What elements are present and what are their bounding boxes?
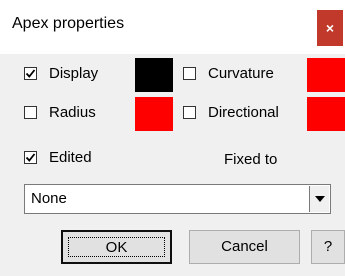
cancel-button-label: Cancel bbox=[221, 238, 268, 255]
curvature-color-swatch[interactable] bbox=[307, 58, 345, 92]
radius-checkbox[interactable] bbox=[24, 106, 37, 119]
radius-label: Radius bbox=[49, 104, 96, 121]
checkmark-icon bbox=[25, 69, 36, 78]
display-checkbox[interactable] bbox=[24, 67, 37, 80]
ok-button[interactable]: OK bbox=[61, 230, 172, 264]
cancel-button[interactable]: Cancel bbox=[189, 230, 300, 264]
close-icon: × bbox=[325, 20, 335, 36]
ok-button-label: OK bbox=[105, 239, 128, 256]
help-button[interactable]: ? bbox=[311, 230, 345, 264]
directional-checkbox[interactable] bbox=[183, 106, 196, 119]
radius-color-swatch[interactable] bbox=[135, 97, 173, 131]
fixed-to-value: None bbox=[31, 190, 67, 207]
apex-properties-dialog: Apex properties × Display Curvature Radi… bbox=[0, 0, 345, 276]
edited-label: Edited bbox=[49, 149, 92, 166]
fixed-to-label: Fixed to bbox=[224, 151, 278, 168]
fixed-to-select[interactable]: None bbox=[24, 184, 331, 214]
directional-color-swatch[interactable] bbox=[307, 97, 345, 131]
dialog-title: Apex properties bbox=[12, 15, 125, 32]
help-button-label: ? bbox=[323, 238, 333, 255]
curvature-checkbox[interactable] bbox=[183, 67, 196, 80]
directional-label: Directional bbox=[208, 104, 279, 121]
checkmark-icon bbox=[25, 153, 36, 162]
display-color-swatch[interactable] bbox=[135, 58, 173, 92]
chevron-down-icon[interactable] bbox=[309, 186, 329, 212]
display-label: Display bbox=[49, 65, 99, 82]
edited-checkbox[interactable] bbox=[24, 151, 37, 164]
curvature-label: Curvature bbox=[208, 65, 274, 82]
close-button[interactable]: × bbox=[317, 10, 343, 46]
title-bar: Apex properties × bbox=[0, 0, 345, 54]
